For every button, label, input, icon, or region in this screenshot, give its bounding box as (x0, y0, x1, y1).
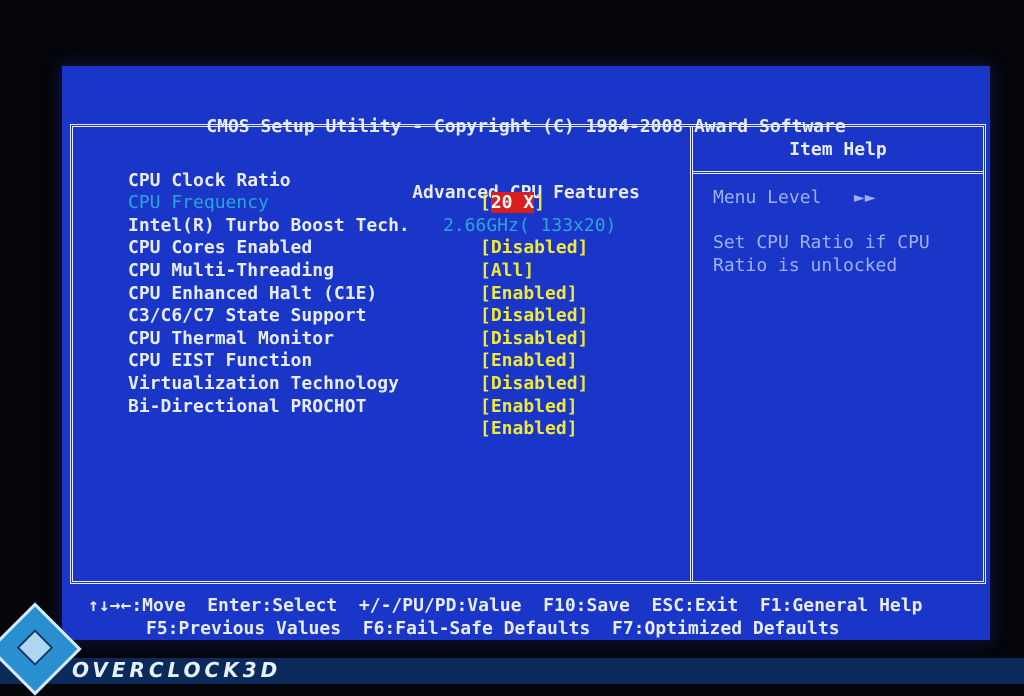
key-legend-line2: F5:Previous Values F6:Fail-Safe Defaults… (146, 618, 840, 639)
bios-screen: CMOS Setup Utility - Copyright (C) 1984-… (62, 66, 990, 640)
setting-c-state-support[interactable]: C3/C6/C7 State Support [Disabled] (128, 283, 688, 349)
setting-cpu-frequency: CPU Frequency 2.66GHz( 133x20) (128, 170, 688, 236)
setting-turbo-boost[interactable]: Intel(R) Turbo Boost Tech. [Disabled] (128, 192, 688, 259)
setting-value[interactable]: [Enabled] (480, 396, 578, 419)
menu-level-label: Menu Level (713, 187, 822, 208)
frame-divider-vertical (690, 127, 693, 581)
main-frame: CPU Clock Ratio [20 X] CPU Frequency 2.6… (70, 124, 986, 584)
setting-cpu-cores-enabled[interactable]: CPU Cores Enabled [All] (128, 215, 688, 281)
settings-list: CPU Clock Ratio [20 X] CPU Frequency 2.6… (128, 147, 688, 440)
setting-enhanced-halt[interactable]: CPU Enhanced Halt (C1E) [Disabled] (128, 260, 688, 327)
setting-eist-function[interactable]: CPU EIST Function [Disabled] (128, 328, 688, 394)
setting-multi-threading[interactable]: CPU Multi-Threading [Enabled] (128, 237, 688, 304)
setting-cpu-clock-ratio[interactable]: CPU Clock Ratio [20 X] (128, 147, 688, 214)
watermark-brand: OVERCLOCK3D (72, 658, 282, 682)
setting-prochot[interactable]: Bi-Directional PROCHOT [Enabled] (128, 373, 688, 440)
item-help-text: Set CPU Ratio if CPU Ratio is unlocked (713, 232, 930, 276)
setting-label: Bi-Directional PROCHOT (128, 395, 367, 417)
setting-thermal-monitor[interactable]: CPU Thermal Monitor [Enabled] (128, 305, 688, 372)
setting-value[interactable]: [Enabled] (480, 418, 578, 441)
help-divider-horizontal (693, 171, 983, 174)
double-right-arrow-icon: ►► (853, 187, 876, 208)
item-help-title: Item Help (789, 139, 887, 160)
cpu-chip-core (16, 629, 54, 666)
menu-level: Menu Level ►► (713, 187, 876, 208)
setting-virtualization[interactable]: Virtualization Technology [Enabled] (128, 350, 688, 417)
key-legend-line1: ↑↓→←:Move Enter:Select +/-/PU/PD:Value F… (88, 595, 923, 616)
